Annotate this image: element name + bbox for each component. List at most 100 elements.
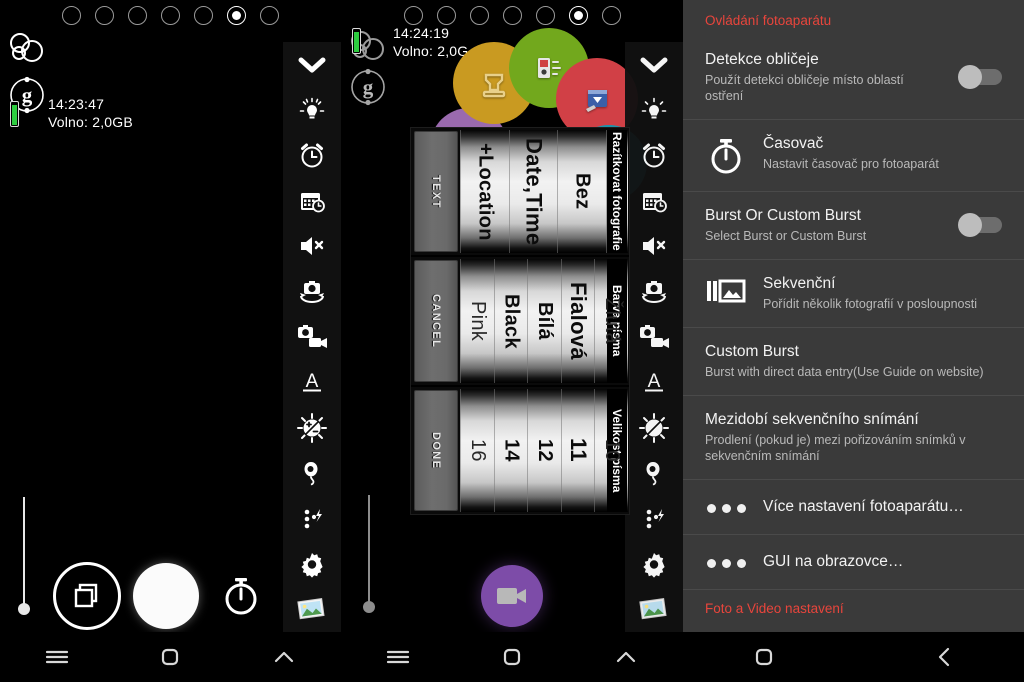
setting-row-face-detection[interactable]: Detekce obličeje Použít detekci obličeje… bbox=[683, 36, 1024, 120]
camera-rotate-icon[interactable] bbox=[283, 269, 341, 314]
zoom-slider[interactable] bbox=[18, 497, 30, 615]
chevron-down-icon[interactable] bbox=[283, 42, 341, 87]
mode-dot-active[interactable] bbox=[568, 6, 588, 25]
android-navbar bbox=[683, 632, 1024, 682]
wheel-option[interactable]: 14 bbox=[493, 388, 528, 512]
mode-dot[interactable] bbox=[502, 6, 522, 25]
wheel-option[interactable]: 12 bbox=[527, 388, 561, 512]
gear-icon[interactable] bbox=[625, 541, 683, 586]
svg-text:g: g bbox=[363, 75, 374, 99]
flash-bulb-icon[interactable] bbox=[625, 87, 683, 132]
cancel-button-label: CANCEL bbox=[430, 293, 442, 349]
balloon-icon[interactable] bbox=[283, 451, 341, 496]
setting-row-burst-or-custom-burst[interactable]: Burst Or Custom Burst Select Burst or Cu… bbox=[683, 192, 1024, 260]
exposure-icon[interactable] bbox=[283, 405, 341, 450]
video-record-button[interactable] bbox=[481, 565, 543, 627]
up-chevron-icon[interactable] bbox=[254, 637, 314, 677]
done-button[interactable]: DONE bbox=[414, 389, 458, 511]
wheel-option[interactable]: 16 bbox=[460, 388, 494, 512]
mode-dot[interactable] bbox=[194, 6, 213, 25]
flash-options-icon[interactable] bbox=[625, 496, 683, 541]
timer-button[interactable] bbox=[218, 573, 264, 619]
wheel-option[interactable]: Pink bbox=[460, 259, 494, 383]
svg-text:A: A bbox=[648, 371, 661, 392]
burst-toggle[interactable] bbox=[958, 213, 1002, 237]
setting-row-burst-interval[interactable]: Mezidobí sekvenčního snímání Prodlení (p… bbox=[683, 396, 1024, 480]
mode-dot[interactable] bbox=[436, 6, 456, 25]
alarm-clock-icon[interactable] bbox=[283, 133, 341, 178]
alarm-clock-icon[interactable] bbox=[625, 133, 683, 178]
face-detection-toggle[interactable] bbox=[958, 65, 1002, 89]
balloon-icon[interactable] bbox=[625, 451, 683, 496]
text-format-icon[interactable]: A bbox=[625, 360, 683, 405]
camera-rotate-icon[interactable] bbox=[625, 269, 683, 314]
mode-dot[interactable] bbox=[62, 6, 81, 25]
burst-mode-button[interactable] bbox=[53, 562, 121, 630]
calendar-clock-icon[interactable] bbox=[625, 178, 683, 223]
stamp-settings-picker[interactable]: TEXT Razítkovat fotografie Bez Date,Time bbox=[410, 127, 630, 515]
calendar-clock-icon[interactable] bbox=[283, 178, 341, 223]
mode-dot[interactable] bbox=[128, 6, 147, 25]
burst-stack-icon bbox=[74, 583, 98, 608]
setting-row-more-camera-settings[interactable]: Více nastavení fotoaparátu… bbox=[683, 480, 1024, 535]
mode-dot[interactable] bbox=[95, 6, 114, 25]
wheel-option[interactable]: +Location bbox=[460, 130, 509, 254]
wheel-option-selected[interactable]: Date,Time bbox=[508, 130, 558, 254]
mode-dot[interactable] bbox=[161, 6, 180, 25]
camera-tool-rail: A bbox=[625, 42, 683, 632]
menu-icon[interactable] bbox=[368, 637, 428, 677]
wheel-option[interactable]: Bílá bbox=[527, 259, 561, 383]
settings-scroll-list[interactable]: Ovládání fotoaparátu Detekce obličeje Po… bbox=[683, 0, 1024, 632]
mode-dot[interactable] bbox=[535, 6, 555, 25]
speaker-mute-icon[interactable] bbox=[625, 224, 683, 269]
home-icon[interactable] bbox=[140, 637, 200, 677]
wheel-option[interactable]: Black bbox=[493, 259, 528, 383]
shutter-button[interactable] bbox=[133, 563, 199, 629]
cancel-button[interactable]: CANCEL bbox=[414, 260, 458, 382]
wheel-option-selected[interactable]: 11 bbox=[560, 388, 595, 512]
speaker-mute-icon[interactable] bbox=[283, 224, 341, 269]
mode-dot[interactable] bbox=[403, 6, 423, 25]
font-color-wheel[interactable]: Barva písma Žlutá Fialová Bílá Black Pin… bbox=[460, 259, 628, 383]
setting-row-custom-burst[interactable]: Custom Burst Burst with direct data entr… bbox=[683, 328, 1024, 396]
chevron-down-icon[interactable] bbox=[625, 42, 683, 87]
menu-icon[interactable] bbox=[27, 637, 87, 677]
up-chevron-icon[interactable] bbox=[596, 637, 656, 677]
home-icon[interactable] bbox=[482, 637, 542, 677]
mode-dot[interactable] bbox=[260, 6, 279, 25]
wheel-option[interactable]: Žlutá bbox=[594, 259, 628, 383]
mode-dot[interactable] bbox=[469, 6, 489, 25]
setting-row-timer[interactable]: Časovač Nastavit časovač pro fotoaparát bbox=[683, 120, 1024, 192]
home-icon[interactable] bbox=[734, 637, 794, 677]
flash-options-icon[interactable] bbox=[283, 496, 341, 541]
gallery-icon[interactable] bbox=[625, 587, 683, 632]
wheel-option[interactable]: Bez bbox=[557, 130, 606, 254]
wheel-option[interactable]: 10 bbox=[594, 388, 628, 512]
ellipsis-dots bbox=[706, 558, 746, 568]
mode-dot[interactable] bbox=[601, 6, 621, 25]
mode-dot-active[interactable] bbox=[227, 6, 246, 25]
font-size-wheel[interactable]: Velikost písma 10 11 12 14 16 bbox=[460, 388, 628, 512]
setting-row-on-screen-gui[interactable]: GUI na obrazovce… bbox=[683, 535, 1024, 590]
stopwatch-icon bbox=[225, 578, 257, 615]
flash-bulb-icon[interactable] bbox=[283, 87, 341, 132]
camera-video-icon[interactable] bbox=[625, 314, 683, 359]
zoom-slider-knob[interactable] bbox=[18, 603, 30, 615]
setting-row-photo-settings[interactable]: Nastavení fotografování bbox=[683, 624, 1024, 632]
zoom-slider[interactable] bbox=[363, 495, 375, 613]
wheel-option[interactable] bbox=[606, 130, 628, 254]
stamp-photo-wheel[interactable]: Razítkovat fotografie Bez Date,Time +Loc… bbox=[460, 130, 628, 254]
text-button[interactable]: TEXT bbox=[414, 131, 458, 253]
gallery-icon[interactable] bbox=[283, 587, 341, 632]
exposure-icon[interactable] bbox=[625, 405, 683, 450]
calendar-icon bbox=[586, 90, 607, 112]
gear-icon[interactable] bbox=[283, 541, 341, 586]
wheel-option-selected[interactable]: Fialová bbox=[560, 259, 595, 383]
setting-subtitle: Nastavit časovač pro fotoaparát bbox=[763, 157, 939, 171]
text-format-icon[interactable]: A bbox=[283, 360, 341, 405]
setting-text: Více nastavení fotoaparátu… bbox=[763, 497, 1002, 517]
zoom-slider-knob[interactable] bbox=[363, 601, 375, 613]
setting-row-sequential[interactable]: Sekvenční Pořídit několik fotografií v p… bbox=[683, 260, 1024, 328]
back-icon[interactable] bbox=[914, 637, 974, 677]
camera-video-icon[interactable] bbox=[283, 314, 341, 359]
